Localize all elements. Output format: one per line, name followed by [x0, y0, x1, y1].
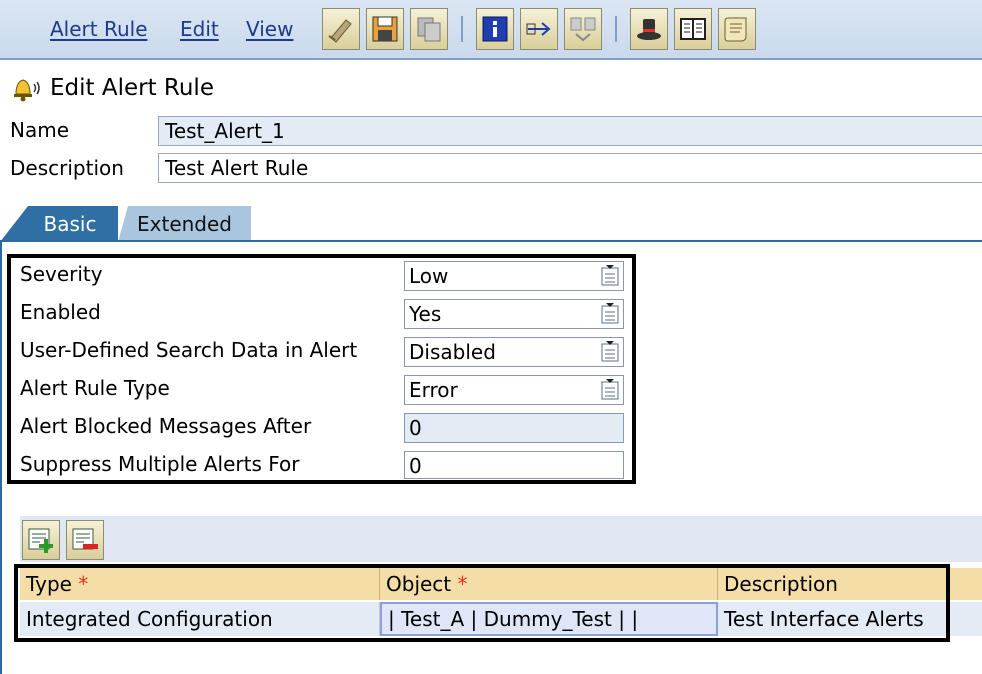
transport-button[interactable] [520, 8, 558, 50]
toolbar-separator [615, 16, 617, 42]
save-button[interactable] [366, 8, 404, 50]
table-toolbar [20, 516, 982, 562]
edit-pencil-icon [328, 19, 352, 43]
enabled-value: Yes [409, 302, 442, 326]
toolbar-separator [461, 16, 463, 42]
severity-dropdown[interactable]: Low [404, 261, 624, 291]
enabled-dropdown[interactable]: Yes [404, 299, 624, 329]
menu-view[interactable]: View [246, 17, 293, 41]
dropdown-list-icon[interactable] [600, 265, 620, 287]
menu-edit[interactable]: Edit [180, 17, 219, 41]
page-title-row: Edit Alert Rule [10, 74, 214, 102]
search-data-dropdown[interactable]: Disabled [404, 337, 624, 367]
info-icon [482, 16, 508, 42]
copy-button[interactable] [410, 8, 448, 50]
panel-border [0, 240, 2, 674]
scroll-icon [724, 17, 747, 42]
transport-icon [526, 22, 551, 36]
dropdown-list-icon[interactable] [600, 379, 620, 401]
description-label: Description [10, 156, 124, 180]
scroll-button[interactable] [718, 8, 756, 50]
name-field[interactable]: Test_Alert_1 [158, 116, 982, 146]
severity-value: Low [409, 264, 449, 288]
info-button[interactable] [476, 8, 514, 50]
blocked-messages-field: 0 [404, 413, 624, 443]
compare-icon [570, 17, 596, 42]
alert-rule-type-dropdown[interactable]: Error [404, 375, 624, 405]
description-field[interactable]: Test Alert Rule [158, 153, 982, 183]
menu-alert-rule[interactable]: Alert Rule [50, 17, 148, 41]
copy-icon [417, 17, 441, 42]
delete-row-icon [72, 528, 98, 550]
book-icon [680, 18, 706, 40]
header-filler [950, 568, 982, 600]
search-data-value: Disabled [409, 340, 496, 364]
alert-rule-type-value: Error [409, 378, 458, 402]
tab-underline [0, 240, 982, 242]
compare-button[interactable] [564, 8, 602, 50]
name-label: Name [10, 118, 70, 142]
table-highlight [14, 564, 950, 642]
edit-pencil-button[interactable] [322, 8, 360, 50]
hat-button[interactable] [630, 8, 668, 50]
page-title: Edit Alert Rule [50, 75, 214, 101]
hat-icon [637, 19, 661, 40]
add-row-icon [28, 528, 53, 553]
dropdown-list-icon[interactable] [600, 303, 620, 325]
alert-rule-type-label: Alert Rule Type [20, 376, 170, 400]
save-icon [372, 16, 398, 42]
row-filler [950, 602, 982, 636]
dropdown-list-icon[interactable] [600, 341, 620, 363]
book-button[interactable] [674, 8, 712, 50]
menu-bar: Alert Rule Edit View [0, 0, 982, 60]
suppress-alerts-label: Suppress Multiple Alerts For [20, 452, 300, 476]
blocked-messages-label: Alert Blocked Messages After [20, 414, 312, 438]
suppress-alerts-field[interactable]: 0 [404, 451, 624, 479]
tab-extended[interactable]: Extended [118, 206, 251, 242]
search-data-label: User-Defined Search Data in Alert [20, 338, 358, 362]
enabled-label: Enabled [20, 300, 101, 324]
tab-basic[interactable]: Basic [0, 206, 118, 242]
severity-label: Severity [20, 262, 103, 286]
delete-row-button[interactable] [66, 520, 104, 560]
add-row-button[interactable] [22, 520, 60, 560]
alert-bell-icon [14, 79, 40, 102]
